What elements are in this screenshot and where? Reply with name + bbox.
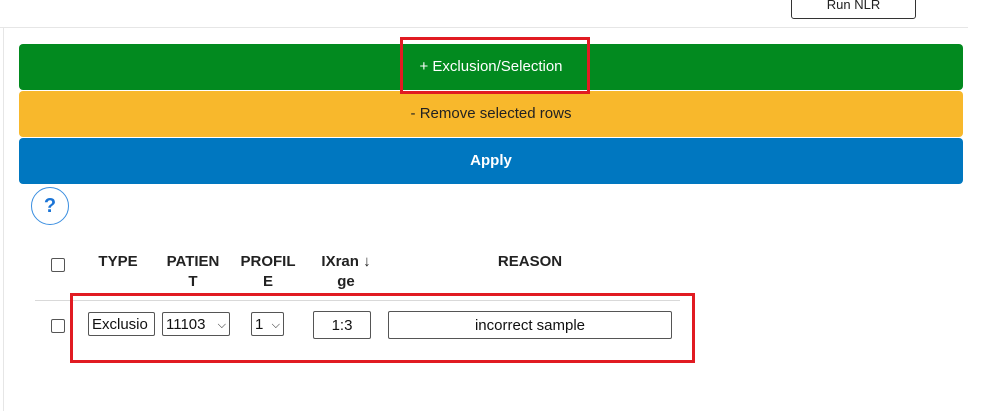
remove-selected-rows-button[interactable]: - Remove selected rows — [19, 91, 963, 137]
left-border — [3, 27, 4, 411]
column-header-ixrange[interactable]: IXran ↓ ge — [310, 252, 382, 292]
help-icon[interactable]: ? — [31, 187, 69, 225]
run-button[interactable]: Run NLR — [791, 0, 916, 19]
column-header-patient: PATIEN T — [166, 253, 220, 290]
column-header-reason: REASON — [497, 253, 563, 270]
column-header-profile: PROFIL E — [240, 253, 296, 290]
exclusion-editor: Run NLR + Exclusion/Selection - Remove s… — [0, 0, 993, 411]
highlight-box-row — [70, 293, 695, 363]
apply-button[interactable]: Apply — [19, 138, 963, 184]
column-header-type: TYPE — [98, 253, 138, 270]
highlight-box-add-button — [400, 37, 590, 94]
row-checkbox[interactable] — [51, 319, 65, 333]
select-all-checkbox[interactable] — [51, 258, 65, 272]
